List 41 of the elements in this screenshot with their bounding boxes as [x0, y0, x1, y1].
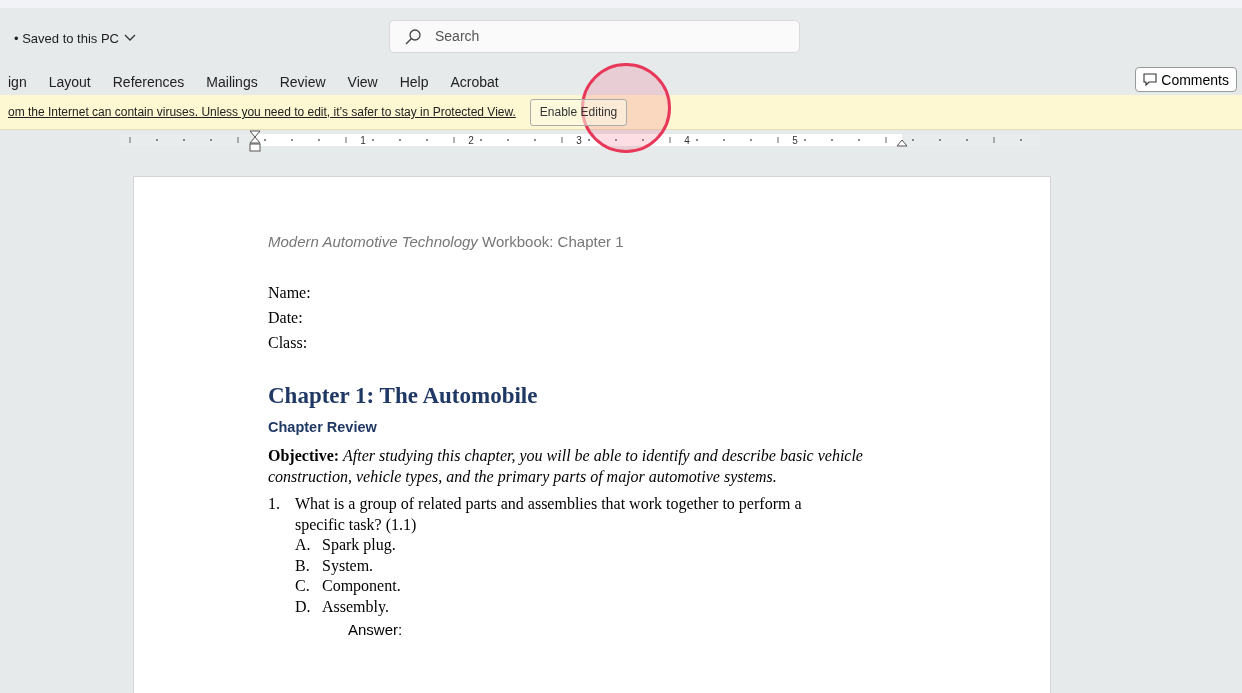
ribbon-tab[interactable]: Layout: [48, 73, 91, 90]
answer-label: Answer:: [347, 620, 404, 640]
question-number: 1.: [268, 494, 281, 514]
form-label: Name:: [268, 283, 312, 303]
comments-button[interactable]: Comments: [1135, 67, 1237, 92]
ruler-number: 1: [360, 135, 366, 146]
ribbon-tab[interactable]: Acrobat: [450, 73, 499, 90]
search-field[interactable]: Search: [389, 19, 800, 53]
ruler-number: 3: [576, 135, 582, 146]
ribbon-tab[interactable]: References: [112, 73, 185, 90]
ribbon-tab[interactable]: Help: [399, 73, 429, 90]
page-header: Modern Automotive Technology Workbook: Chapter 1: [268, 233, 625, 250]
option-letter: C.: [295, 576, 311, 596]
ribbon-tab[interactable]: ign: [8, 73, 27, 90]
save-status[interactable]: • Saved to this PC: [14, 30, 119, 46]
option-letter: A.: [295, 535, 312, 555]
search-icon: [404, 27, 422, 46]
option-text: Spark plug.: [322, 535, 396, 556]
option-text: Assembly.: [322, 596, 389, 617]
right-indent-marker[interactable]: [896, 139, 908, 147]
warning-message[interactable]: om the Internet can contain viruses. Unless you need to edit, it’s safer to stay in Protected View.: [8, 105, 516, 119]
comment-icon: [1143, 73, 1158, 86]
ribbon-tab[interactable]: View: [347, 73, 378, 90]
option-letter: D.: [295, 596, 312, 617]
question-text: What is a group of related parts and assemblies that work together to perform a specific task? (1.1): [295, 494, 803, 535]
section-heading: Chapter Review: [268, 419, 378, 435]
ribbon-tab[interactable]: Review: [279, 73, 326, 90]
option-letter: B.: [295, 555, 311, 576]
ruler-number: 2: [468, 135, 474, 146]
ruler-number: 4: [684, 135, 690, 146]
indent-marker[interactable]: [249, 130, 261, 152]
ribbon-tab[interactable]: Mailings: [206, 73, 258, 90]
chapter-heading: Chapter 1: The Automobile: [268, 383, 539, 409]
chevron-down-icon[interactable]: [124, 34, 136, 42]
form-label: Date:: [268, 308, 304, 328]
form-label: Class:: [268, 333, 309, 353]
ruler-number: 5: [792, 135, 798, 146]
enable-editing-button[interactable]: Enable Editing: [529, 98, 628, 126]
option-text: Component.: [322, 576, 401, 597]
objective-paragraph: Objective: After studying this chapter, you will be able to identify and describe basic vehicle construction, vehicle types, and the primary parts of major automotive systems.: [268, 446, 864, 487]
option-text: System.: [322, 555, 374, 576]
